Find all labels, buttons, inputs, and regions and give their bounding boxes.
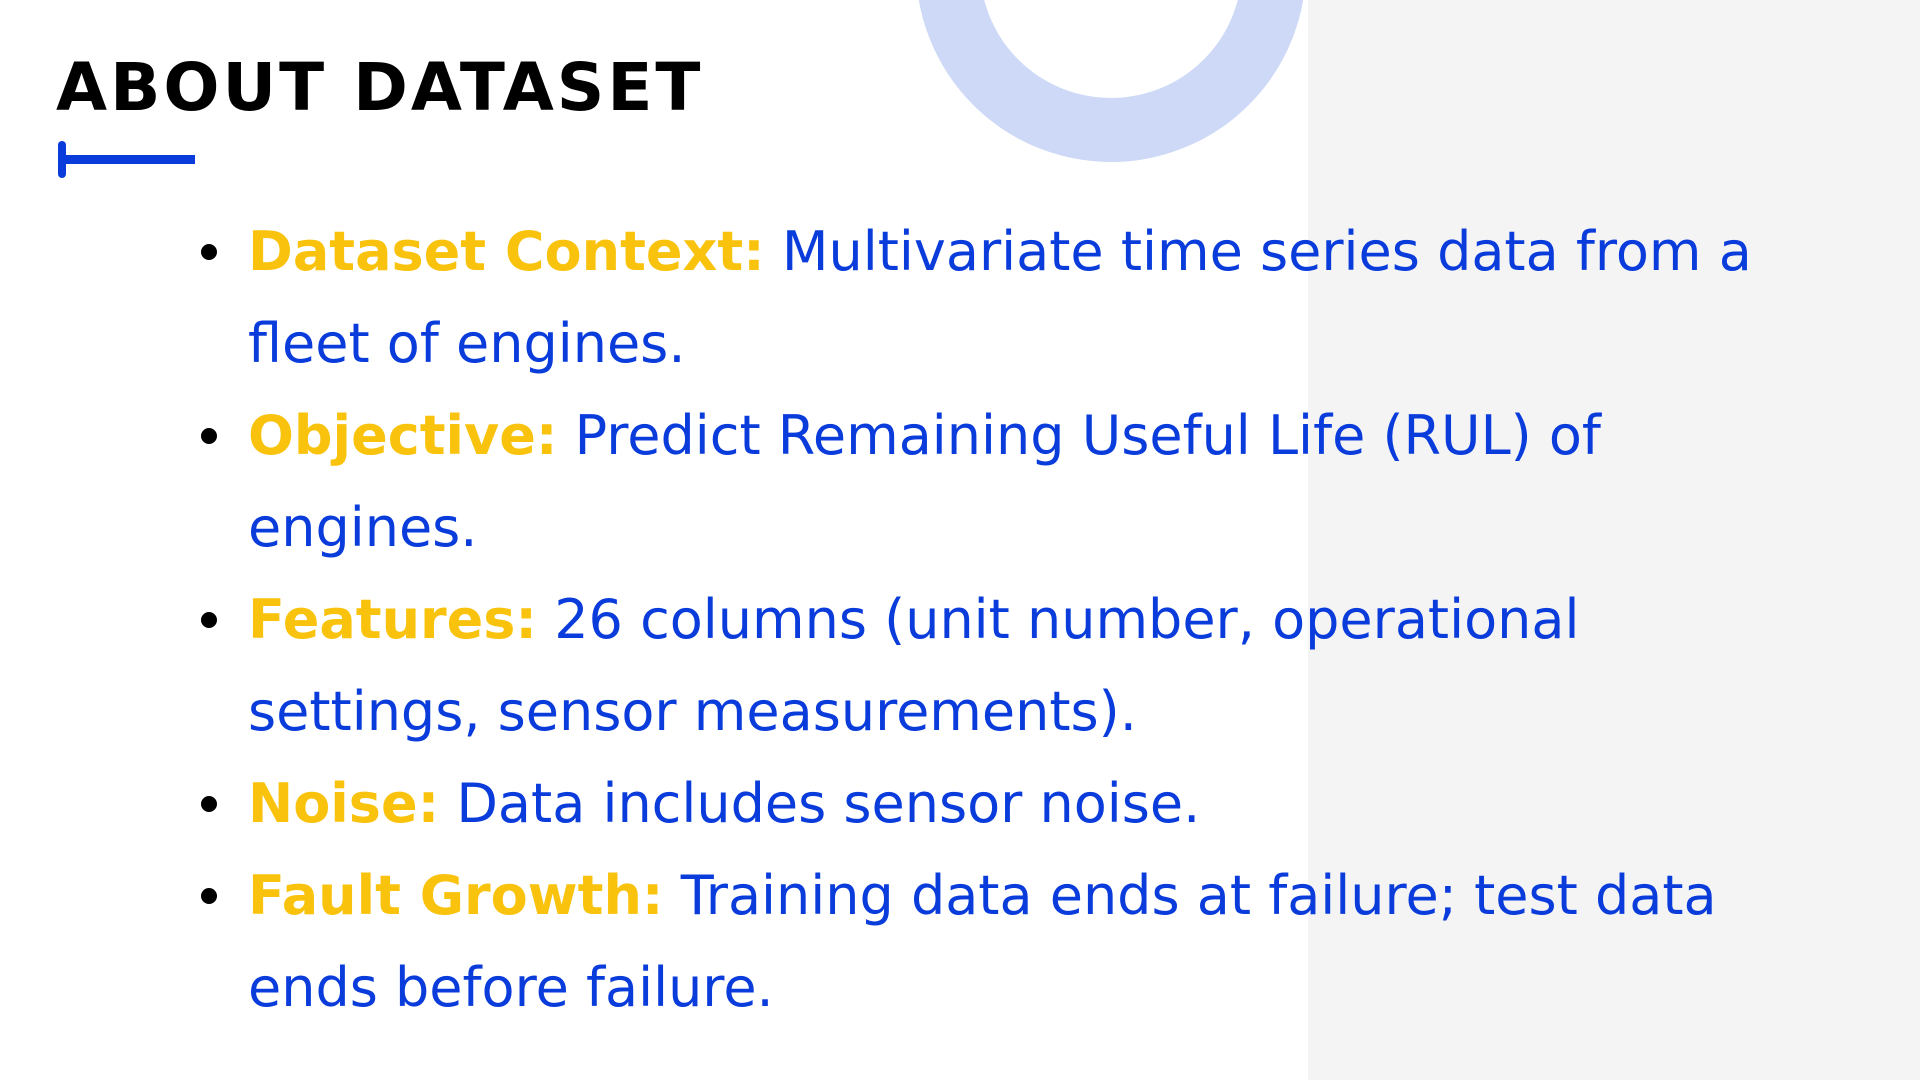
bullet-dot-icon — [201, 612, 217, 628]
bullet-text: Data includes sensor noise. — [456, 772, 1201, 835]
bullet-label: Features: — [248, 588, 538, 651]
bullet-label: Noise: — [248, 772, 440, 835]
decorative-ring — [916, 0, 1306, 162]
bullet-noise: Noise: Data includes sensor noise. — [201, 758, 1808, 850]
bullet-dot-icon — [201, 888, 217, 904]
bullet-dot-icon — [201, 244, 217, 260]
bullet-dot-icon — [201, 796, 217, 812]
page-title: ABOUT DATASET — [56, 49, 704, 126]
bullet-list: Dataset Context: Multivariate time serie… — [201, 206, 1808, 1034]
title-underline-tick — [58, 141, 66, 178]
bullet-dataset-context: Dataset Context: Multivariate time serie… — [201, 206, 1808, 390]
bullet-dot-icon — [201, 428, 217, 444]
bullet-label: Objective: — [248, 404, 558, 467]
bullet-label: Dataset Context: — [248, 220, 765, 283]
bullet-fault-growth: Fault Growth: Training data ends at fail… — [201, 850, 1808, 1034]
bullet-objective: Objective: Predict Remaining Useful Life… — [201, 390, 1808, 574]
bullet-features: Features: 26 columns (unit number, opera… — [201, 574, 1808, 758]
bullet-label: Fault Growth: — [248, 864, 664, 927]
title-underline — [59, 155, 195, 164]
